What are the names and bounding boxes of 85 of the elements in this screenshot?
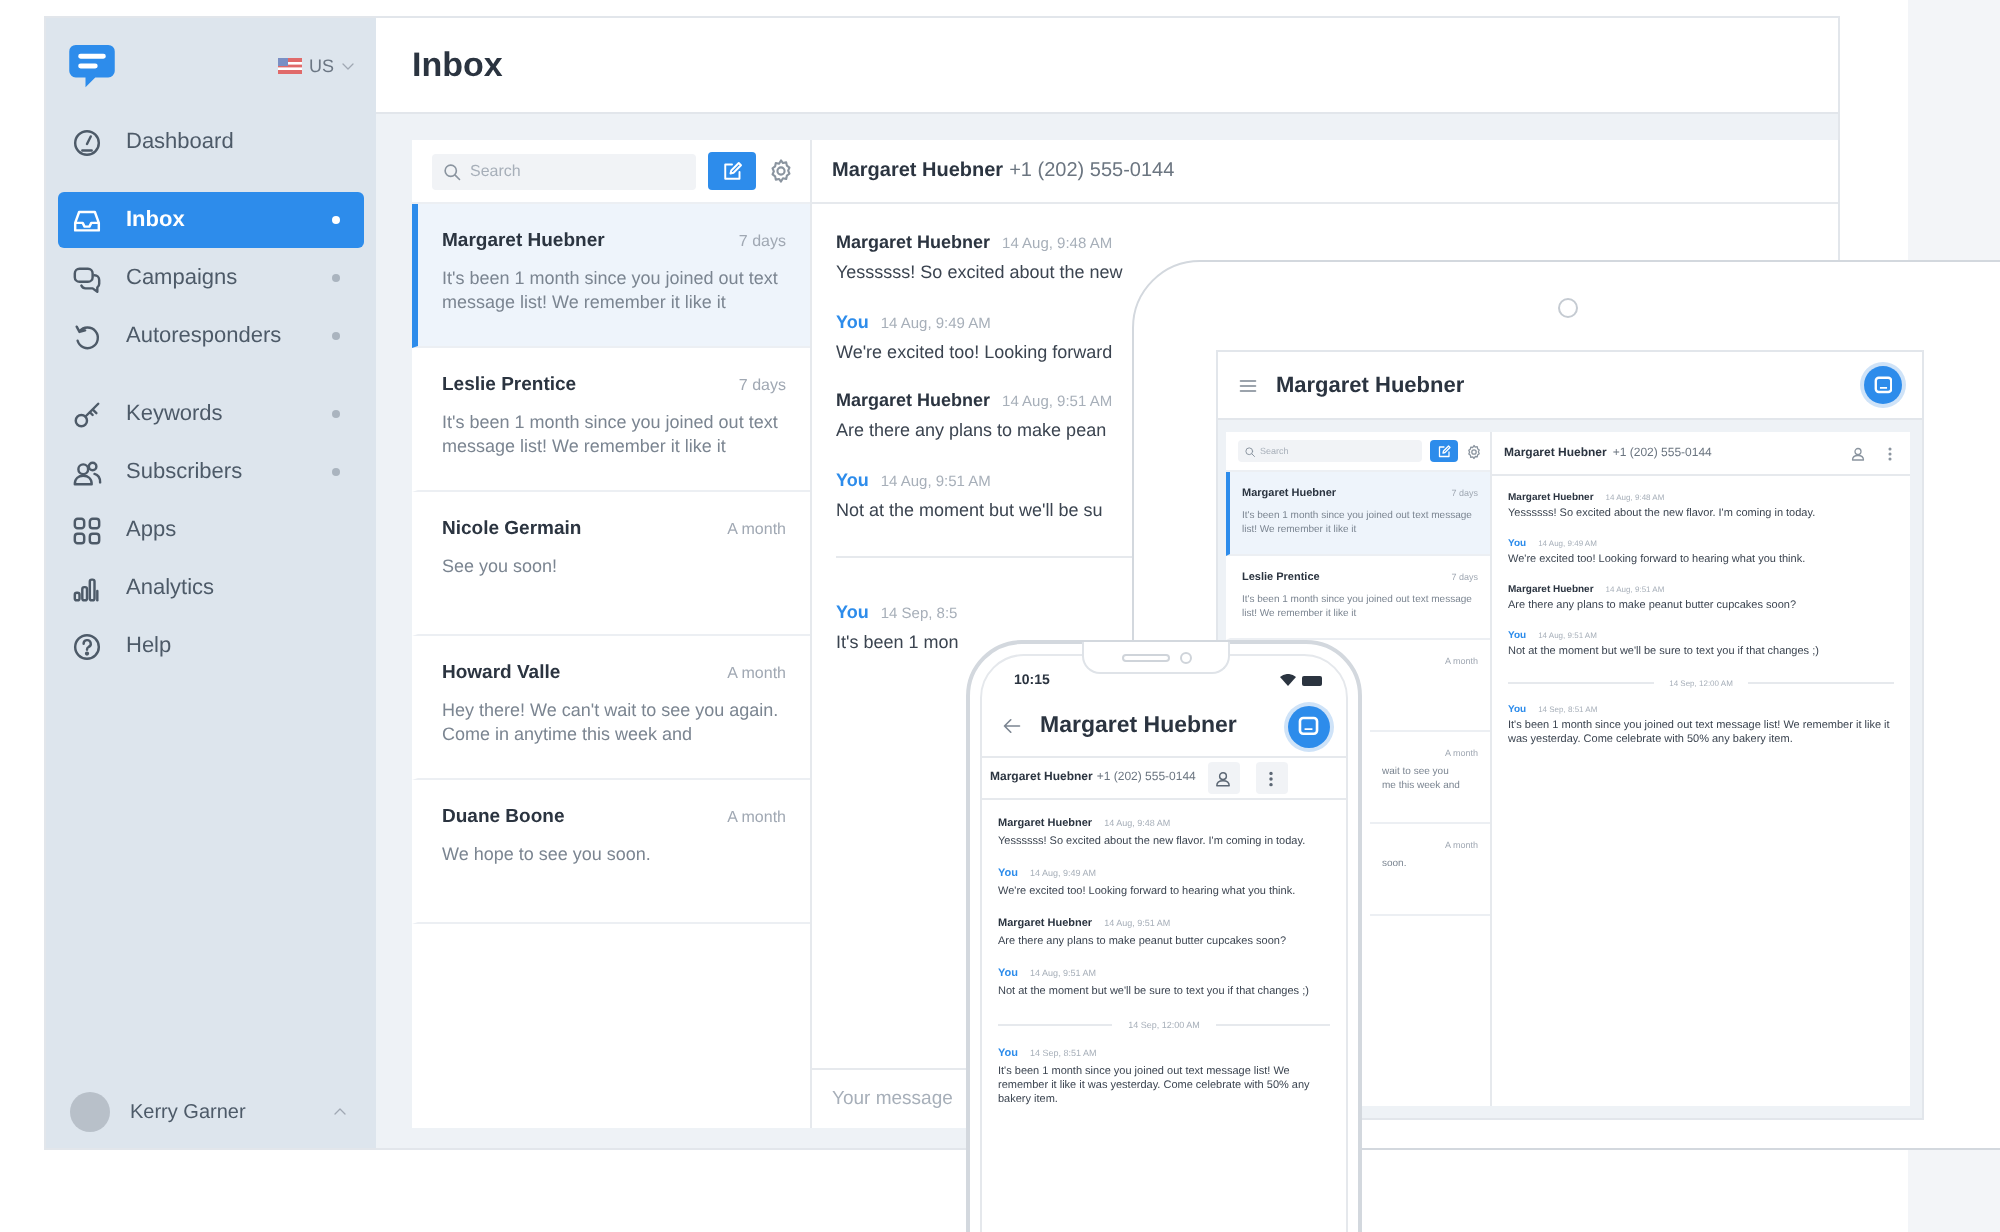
nav-item[interactable]: Analytics xyxy=(58,560,364,616)
page-title: Inbox xyxy=(412,45,503,85)
message-preview: It's been 1 month since you joined out text message list! We remember it like it xyxy=(442,412,780,459)
sender-name: You xyxy=(836,601,869,622)
message-text: We're excited too! Looking forward xyxy=(836,341,1113,365)
contact-name: Leslie Prentice xyxy=(442,374,577,396)
conversation-item[interactable]: Howard Valle A month Hey there! We can't wait to see you again. Come in anytime this week and xyxy=(412,636,810,780)
search-icon xyxy=(442,161,462,181)
compose-button[interactable] xyxy=(1430,440,1458,462)
chevron-down-icon xyxy=(340,58,356,74)
sender-name: Margaret Huebner xyxy=(836,390,991,411)
refresh-icon xyxy=(72,321,102,351)
nav-item[interactable]: Inbox xyxy=(58,192,364,248)
nav-item[interactable]: Campaigns xyxy=(58,250,364,306)
person-icon xyxy=(1214,769,1233,787)
contact-name: Duane Boone xyxy=(442,806,565,828)
conversation-time: 7 days xyxy=(738,232,786,250)
chat-button[interactable] xyxy=(1288,705,1330,747)
people-icon xyxy=(72,457,102,487)
conversation-item[interactable]: Leslie Prentice 7 days It's been 1 month since you joined out text message list! We remember it like it xyxy=(412,348,810,492)
chat-button[interactable] xyxy=(1864,366,1902,404)
compose-icon xyxy=(720,159,744,183)
chat-icon xyxy=(1298,715,1320,737)
chat-logo-icon xyxy=(66,40,118,92)
message-preview: See you soon! xyxy=(442,556,560,580)
search-field[interactable]: Search xyxy=(432,153,696,189)
conversation-item[interactable]: Duane Boone A month We hope to see you soon. xyxy=(412,780,810,924)
message-text: Not at the moment but we'll be su xyxy=(836,500,1103,524)
sender-name: Margaret Huebner xyxy=(836,232,991,252)
user-name: Kerry Garner xyxy=(130,1101,248,1123)
message-text: Are there any plans to make pean xyxy=(836,420,1107,445)
nav-item[interactable]: Help xyxy=(58,618,364,674)
settings-icon xyxy=(1466,443,1482,459)
conversation-time: A month xyxy=(727,664,786,682)
settings-button[interactable] xyxy=(768,158,794,184)
camera-icon xyxy=(1558,298,1578,318)
conversation-time: A month xyxy=(727,808,786,826)
message-preview: We hope to see you soon. xyxy=(442,844,653,868)
compose-button[interactable] xyxy=(708,152,756,190)
key-icon xyxy=(72,399,102,429)
more-button[interactable] xyxy=(1255,762,1288,794)
message-text: It's been 1 mon xyxy=(836,631,959,655)
flag-icon xyxy=(278,58,303,74)
message-preview: It's been 1 month since you joined out text message list! We remember it like it xyxy=(442,268,780,315)
locale-label: US xyxy=(308,56,334,76)
message-text: Yessssss! So excited about the new xyxy=(836,262,1123,286)
screen-title: Margaret Huebner xyxy=(1276,373,1467,397)
bar-chart-icon xyxy=(72,573,102,603)
contact-name: Howard Valle xyxy=(442,662,561,684)
conversation-time: A month xyxy=(727,520,786,538)
message-field[interactable]: Your message xyxy=(832,1088,956,1110)
contact-name: Nicole Germain xyxy=(442,518,582,540)
chevron-up-icon xyxy=(332,1104,348,1120)
back-arrow-icon xyxy=(1002,716,1022,736)
menu-icon xyxy=(1238,375,1258,395)
wifi-icon xyxy=(1280,674,1296,686)
contact-name: Margaret Huebner xyxy=(832,160,1004,182)
conversation-time: 7 days xyxy=(738,376,786,394)
conversation-item[interactable]: Nicole Germain A month See you soon! xyxy=(412,492,810,636)
nav-item[interactable]: Autoresponders xyxy=(58,308,364,364)
inbox-icon xyxy=(72,205,102,235)
chat-icon xyxy=(1873,375,1893,395)
nav-item[interactable]: Dashboard xyxy=(58,114,364,170)
person-icon xyxy=(1850,445,1866,461)
person-button[interactable] xyxy=(1850,445,1866,461)
battery-icon xyxy=(1302,675,1322,685)
grid-icon xyxy=(72,515,102,545)
contact-name: Margaret Huebner xyxy=(442,230,605,252)
settings-button[interactable] xyxy=(1466,443,1482,459)
compose-icon xyxy=(1436,443,1452,459)
sender-name: You xyxy=(836,311,869,332)
nav-item[interactable]: Subscribers xyxy=(58,444,364,500)
phone-number: +1 (202) 555-0144 xyxy=(1009,160,1175,182)
gauge-icon xyxy=(72,127,102,157)
search-icon xyxy=(1244,445,1256,457)
chat-bubbles-icon xyxy=(72,263,102,293)
person-button[interactable] xyxy=(1207,762,1240,794)
sender-name: You xyxy=(836,470,869,491)
screen-title: Margaret Huebner xyxy=(1040,714,1239,738)
message-preview: Hey there! We can't wait to see you again. Come in anytime this week and xyxy=(442,700,781,747)
help-icon xyxy=(72,631,102,661)
nav-item[interactable]: Apps xyxy=(58,502,364,558)
nav-item[interactable]: Keywords xyxy=(58,386,364,442)
conversation-item[interactable]: Margaret Huebner 7 days It's been 1 month since you joined out text message list! We remember it like it xyxy=(412,204,810,348)
settings-icon xyxy=(768,158,794,184)
